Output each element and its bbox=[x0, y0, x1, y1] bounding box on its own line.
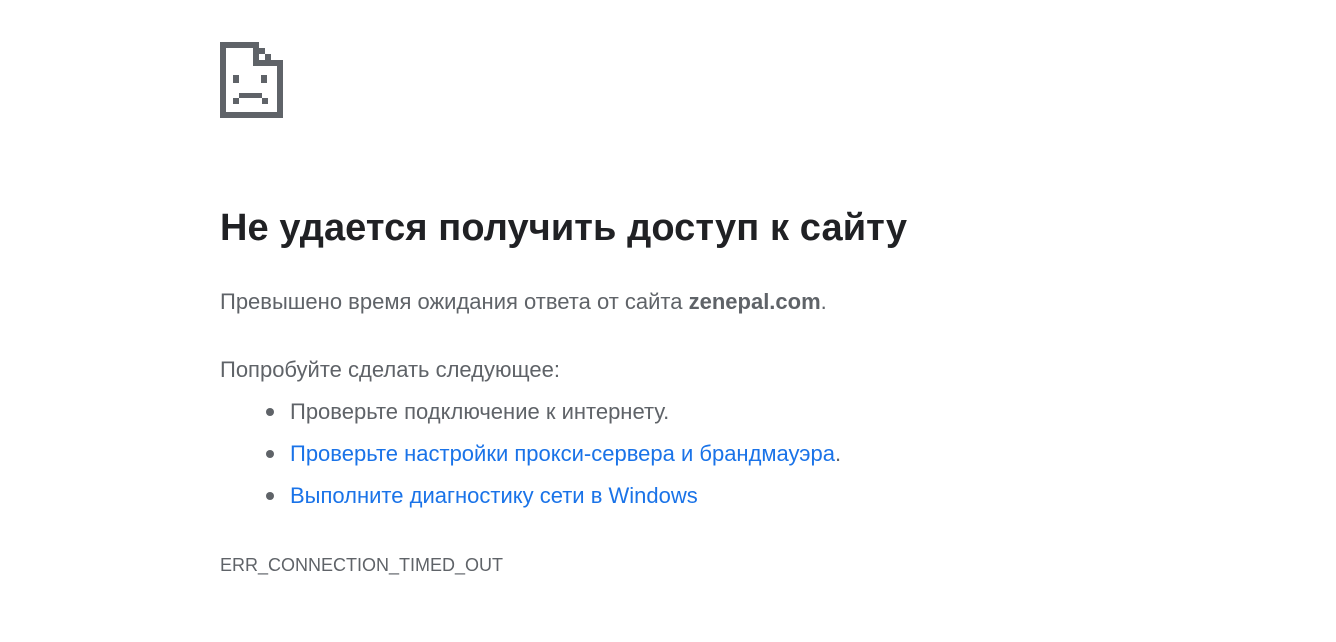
list-item: Проверьте подключение к интернету. bbox=[220, 397, 841, 439]
list-item: Проверьте настройки прокси-сервера и бра… bbox=[220, 439, 841, 481]
list-item: Выполните диагностику сети в Windows bbox=[220, 481, 841, 523]
network-diagnostics-link[interactable]: Выполните диагностику сети в Windows bbox=[290, 483, 698, 508]
bullet-icon bbox=[266, 492, 274, 500]
error-host: zenepal.com bbox=[688, 289, 821, 314]
suggestions-heading: Попробуйте сделать следующее: bbox=[220, 357, 560, 382]
error-page: Не удается получить доступ к сайту Превы… bbox=[0, 0, 1336, 642]
error-title: Не удается получить доступ к сайту bbox=[220, 207, 908, 249]
summary-text: Превышено время ожидания ответа от сайта bbox=[220, 289, 689, 314]
bullet-icon bbox=[266, 450, 274, 458]
suggestion-suffix: . bbox=[834, 441, 842, 466]
suggestions-list: Проверьте подключение к интернету. Прове… bbox=[220, 397, 841, 523]
error-code: ERR_CONNECTION_TIMED_OUT bbox=[220, 555, 504, 575]
summary-suffix: . bbox=[820, 289, 827, 314]
error-summary: Превышено время ожидания ответа от сайта… bbox=[220, 287, 827, 317]
suggestion-check-connection: Проверьте подключение к интернету. bbox=[290, 399, 670, 424]
proxy-firewall-link[interactable]: Проверьте настройки прокси-сервера и бра… bbox=[290, 441, 835, 466]
bullet-icon bbox=[266, 408, 274, 416]
sad-page-icon bbox=[220, 42, 283, 118]
